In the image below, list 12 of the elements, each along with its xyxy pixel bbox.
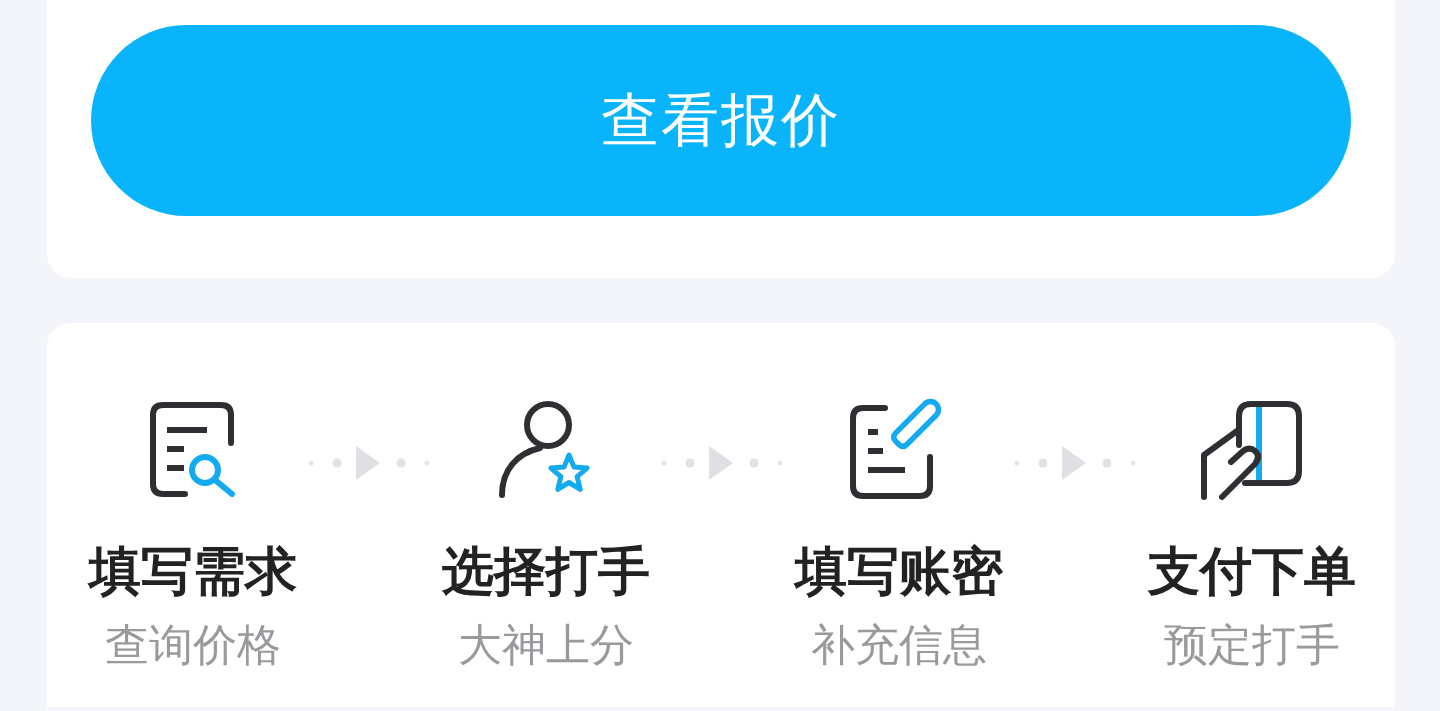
step-title: 填写需求 <box>88 541 297 601</box>
step-subtitle: 补充信息 <box>810 619 987 671</box>
dotted-arrow-icon <box>1014 446 1136 480</box>
step-title: 选择打手 <box>441 541 650 601</box>
step-title: 填写账密 <box>794 541 1003 601</box>
step-title: 支付下单 <box>1147 541 1356 601</box>
step-subtitle: 大神上分 <box>457 619 634 671</box>
step-subtitle: 查询价格 <box>104 619 281 671</box>
dotted-arrow-icon <box>308 446 430 480</box>
dotted-arrow-icon <box>661 446 783 480</box>
step-subtitle: 预定打手 <box>1163 619 1340 671</box>
view-quote-button[interactable]: 查看报价 <box>91 25 1351 216</box>
